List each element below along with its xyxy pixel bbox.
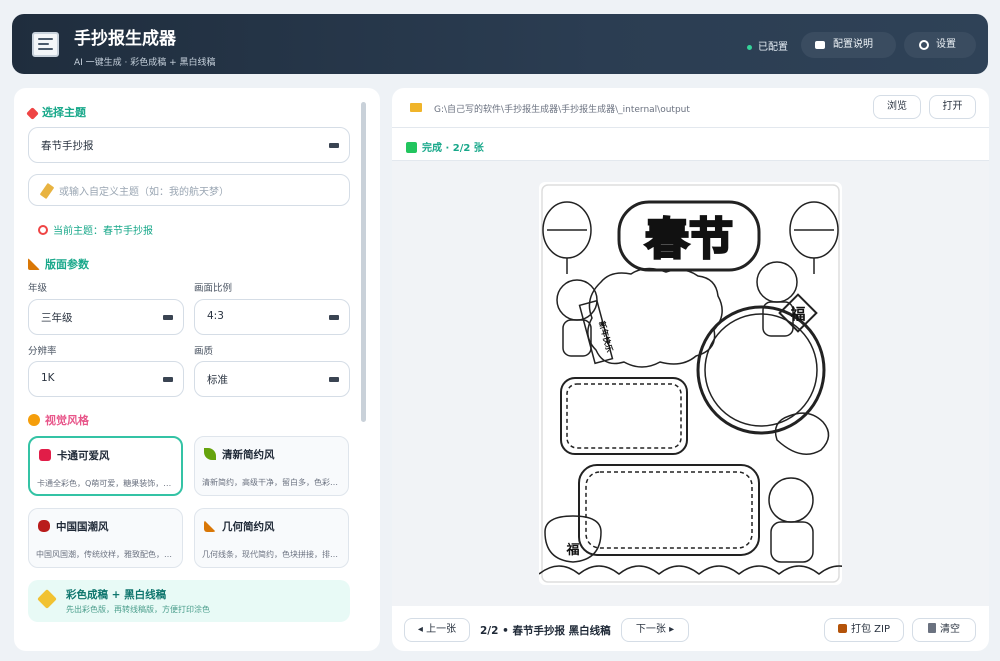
poster-image: 春节 福 福 新年快乐 <box>539 182 842 585</box>
page-info: 2/2 • 春节手抄报 黑白线稿 <box>480 625 611 637</box>
bow-icon <box>39 449 51 461</box>
app-subtitle: AI 一键生成 · 彩色成稿 + 黑白线稿 <box>74 58 216 68</box>
trash-icon <box>928 623 936 633</box>
resolution-select[interactable]: 1K <box>28 361 184 397</box>
package-icon <box>837 624 847 633</box>
book-icon <box>815 41 825 49</box>
app-logo-icon <box>32 32 59 57</box>
vase-fu-character: 福 <box>565 542 579 558</box>
triangle-ruler-icon <box>28 258 40 270</box>
resolution-label: 分辨率 <box>28 346 57 357</box>
ratio-select[interactable]: 4:3 <box>194 299 350 335</box>
check-icon <box>406 142 417 153</box>
leaf-icon <box>204 448 216 460</box>
chevron-down-icon <box>329 143 339 148</box>
app-header: 手抄报生成器 AI 一键生成 · 彩色成稿 + 黑白线稿 已配置 配置说明 设置 <box>12 14 988 74</box>
poster-lineart: 春节 福 福 新年快乐 <box>539 184 842 583</box>
clear-button[interactable]: 清空 <box>912 618 976 642</box>
pencil-icon <box>39 182 55 200</box>
theme-section-title: 选择主题 <box>26 104 86 120</box>
zip-button[interactable]: 打包 ZIP <box>824 618 904 642</box>
browse-button[interactable]: 浏览 <box>873 95 921 119</box>
style-card-geometric[interactable]: 几何简约风 几何线条，现代简约，色块拼接，排… <box>194 508 349 568</box>
output-path-bar: G:\自己写的软件\手抄报生成器\手抄报生成器\_internal\output… <box>392 88 989 128</box>
current-theme: 当前主题：春节手抄报 <box>38 222 153 237</box>
chevron-down-icon <box>163 315 173 320</box>
child-right-icon <box>756 261 798 303</box>
gear-icon <box>919 40 929 50</box>
chevron-down-icon <box>163 377 173 382</box>
open-button[interactable]: 打开 <box>929 95 976 119</box>
theme-select[interactable]: 春节手抄报 <box>28 127 350 163</box>
generation-status: 完成 · 2/2 张 <box>406 139 484 154</box>
chevron-down-icon <box>329 315 339 320</box>
settings-panel: 选择主题 春节手抄报 或输入自定义主题（如：我的航天梦） 当前主题：春节手抄报 … <box>14 88 380 651</box>
target-icon <box>38 225 48 235</box>
app-title: 手抄报生成器 <box>74 29 176 49</box>
ratio-label: 画面比例 <box>194 283 233 294</box>
lantern-icon <box>38 520 50 532</box>
palette-icon <box>28 414 40 426</box>
preview-panel: G:\自己写的软件\手抄报生成器\手抄报生成器\_internal\output… <box>392 88 989 651</box>
child-left-icon <box>556 279 598 321</box>
ruler-icon <box>204 520 216 532</box>
poster-title: 春节 <box>645 214 733 265</box>
prev-button[interactable]: ◂ 上一张 <box>404 618 470 642</box>
settings-button[interactable]: 设置 <box>904 32 976 58</box>
color-lineart-option[interactable]: 彩色成稿 + 黑白线稿 先出彩色版，再转线稿版，方便打印涂色 <box>28 580 350 622</box>
fu-character: 福 <box>789 305 805 323</box>
style-section-title: 视觉风格 <box>28 412 89 428</box>
layout-section-title: 版面参数 <box>28 256 89 272</box>
status-dot-icon <box>747 44 752 50</box>
panel-scrollbar[interactable] <box>361 102 366 422</box>
scroll-text: 新年快乐 <box>597 320 615 353</box>
sparkle-icon <box>37 589 57 609</box>
style-card-cartoon[interactable]: 卡通可爱风 卡通全彩色，Q萌可爱，糖果装饰，… <box>28 436 183 496</box>
next-button[interactable]: 下一张 ▸ <box>621 618 689 642</box>
quality-label: 画质 <box>194 346 214 357</box>
image-viewer: 春节 福 福 新年快乐 <box>392 160 989 606</box>
chevron-down-icon <box>329 377 339 382</box>
output-path: G:\自己写的软件\手抄报生成器\手抄报生成器\_internal\output <box>434 105 690 115</box>
pin-icon <box>26 107 39 120</box>
viewer-footer: ◂ 上一张 2/2 • 春节手抄报 黑白线稿 下一张 ▸ 打包 ZIP 清空 <box>392 606 989 651</box>
style-card-guochao[interactable]: 中国国潮风 中国风国潮，传统纹样，雅致配色，… <box>28 508 183 568</box>
grade-select[interactable]: 三年级 <box>28 299 184 335</box>
quality-select[interactable]: 标准 <box>194 361 350 397</box>
folder-icon <box>410 103 422 112</box>
style-card-fresh[interactable]: 清新简约风 清新简约，高级干净，留白多，色彩… <box>194 436 349 496</box>
config-help-button[interactable]: 配置说明 <box>801 32 896 58</box>
grade-label: 年级 <box>28 283 48 294</box>
config-status: 已配置 <box>747 38 788 53</box>
child-bottom-icon <box>768 477 814 523</box>
custom-theme-input[interactable]: 或输入自定义主题（如：我的航天梦） <box>28 174 350 206</box>
